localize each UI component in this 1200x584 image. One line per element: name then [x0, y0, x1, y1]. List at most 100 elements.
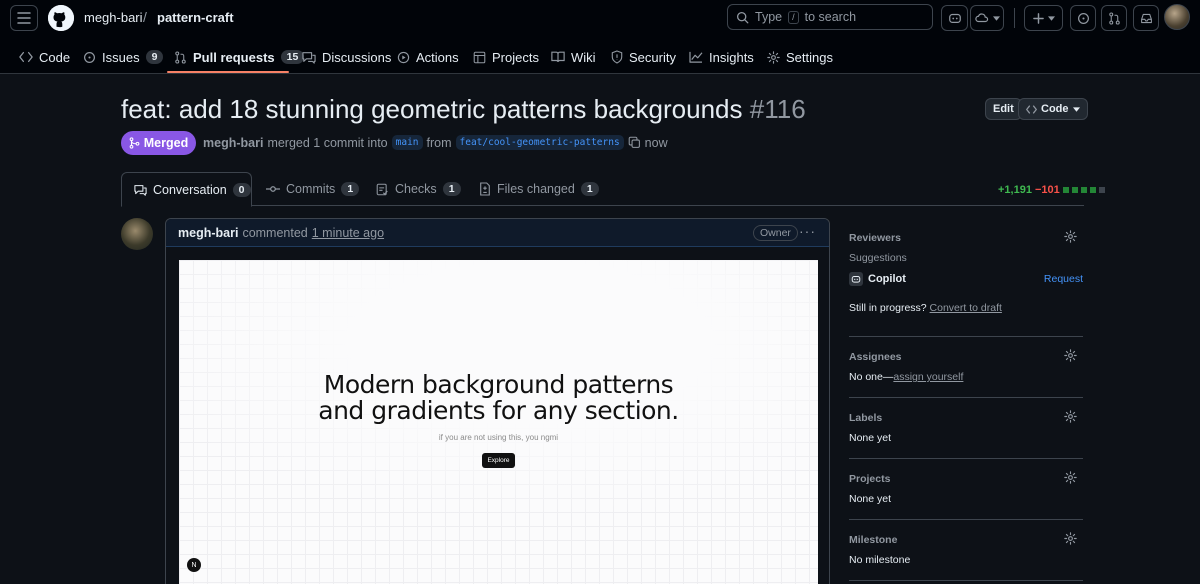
reviewers-section: Reviewers Suggestions Copilot Request St…: [849, 230, 1083, 314]
suggestions-label: Suggestions: [849, 252, 907, 264]
global-header: megh-bari / pattern-craft Type / to sear…: [0, 0, 1200, 74]
tab-conversation[interactable]: Conversation 0: [121, 172, 252, 207]
labels-value: None yet: [849, 432, 892, 444]
tab-code[interactable]: Code: [19, 40, 70, 74]
chevron-down-icon: [992, 15, 1000, 21]
tab-actions[interactable]: Actions: [397, 40, 459, 74]
pull-requests-button[interactable]: [1101, 5, 1127, 31]
pr-title-text: feat: add 18 stunning geometric patterns…: [121, 94, 743, 124]
discussion-icon: [302, 51, 316, 64]
gear-icon[interactable]: [1064, 471, 1077, 484]
chevron-down-icon: [1072, 106, 1080, 112]
convert-to-draft-link[interactable]: Convert to draft: [930, 302, 1002, 314]
tab-label: Security: [629, 49, 676, 65]
edit-button-label: Edit: [993, 103, 1014, 115]
pr-author-link[interactable]: megh-bari: [203, 136, 263, 150]
tab-security[interactable]: Security: [611, 40, 676, 74]
tab-settings[interactable]: Settings: [767, 40, 833, 74]
tab-label: Pull requests: [193, 49, 275, 65]
issues-button[interactable]: [1070, 5, 1096, 31]
milestone-section: Milestone No milestone: [849, 532, 1083, 566]
sidebar-divider: [849, 458, 1083, 459]
search-input[interactable]: Type / to search: [727, 4, 933, 30]
tab-discussions[interactable]: Discussions: [302, 40, 391, 74]
projects-value: None yet: [849, 493, 892, 505]
milestone-label[interactable]: Milestone: [849, 534, 1083, 546]
user-avatar[interactable]: [1164, 4, 1190, 30]
edit-button[interactable]: Edit: [985, 98, 1022, 120]
copilot-button[interactable]: [941, 5, 968, 31]
tab-label: Insights: [709, 49, 754, 65]
diff-square: [1080, 187, 1087, 193]
tab-pull-requests[interactable]: Pull requests 15: [174, 40, 305, 74]
merged-status-badge: Merged: [121, 131, 196, 155]
table-icon: [473, 51, 486, 63]
github-logo-icon[interactable]: [48, 5, 74, 31]
assign-yourself-link[interactable]: assign yourself: [893, 371, 963, 383]
copy-icon[interactable]: [628, 136, 641, 149]
checklist-icon: [376, 183, 388, 195]
tab-checks[interactable]: Checks 1: [376, 172, 461, 206]
assignees-label[interactable]: Assignees: [849, 351, 1083, 363]
additions-count: +1,191: [998, 184, 1032, 196]
tab-insights[interactable]: Insights: [689, 40, 754, 74]
diff-stat: +1,191 −101: [998, 184, 1105, 196]
comment-timestamp-link[interactable]: 1 minute ago: [312, 226, 384, 240]
gear-icon: [767, 50, 780, 64]
create-new-button[interactable]: [1024, 5, 1063, 31]
cloud-icon: [974, 13, 988, 23]
repo-name-link[interactable]: pattern-craft: [157, 10, 234, 25]
inbox-button[interactable]: [1133, 5, 1159, 31]
tab-wiki[interactable]: Wiki: [551, 40, 596, 74]
request-review-link[interactable]: Request: [1044, 273, 1083, 285]
tab-label: Checks: [395, 182, 437, 196]
preview-n-badge: N: [187, 558, 201, 572]
tab-issues[interactable]: Issues 9: [83, 40, 164, 74]
preview-heading-line2: and gradients for any section.: [318, 396, 679, 425]
gear-icon[interactable]: [1064, 349, 1077, 362]
menu-button[interactable]: [10, 5, 38, 31]
no-assignee-text: No one—: [849, 371, 894, 383]
pr-title: feat: add 18 stunning geometric patterns…: [121, 94, 806, 125]
comment-options-icon[interactable]: ···: [799, 223, 816, 239]
tab-label: Conversation: [153, 182, 227, 197]
comment-author-avatar[interactable]: [121, 218, 153, 250]
copilot-suggestion: Copilot Request: [849, 272, 1083, 286]
sidebar-divider: [849, 336, 1083, 337]
reviewers-label[interactable]: Reviewers: [849, 232, 1083, 244]
gear-icon[interactable]: [1064, 230, 1077, 243]
sidebar-divider: [849, 519, 1083, 520]
projects-label[interactable]: Projects: [849, 473, 1083, 485]
head-branch[interactable]: feat/cool-geometric-patterns: [455, 135, 624, 150]
tab-label: Actions: [416, 49, 459, 65]
copilot-menu-button[interactable]: [970, 5, 1004, 31]
tab-label: Issues: [102, 49, 140, 65]
git-merge-icon: [129, 137, 140, 149]
diff-square: [1071, 187, 1078, 193]
preview-explore-button: Explore: [482, 453, 515, 468]
merged-label: Merged: [143, 136, 189, 150]
tab-files-changed[interactable]: Files changed 1: [479, 172, 599, 206]
code-button[interactable]: Code: [1018, 98, 1088, 120]
search-placeholder-type: Type: [755, 10, 783, 24]
tab-label: Wiki: [571, 49, 596, 65]
shield-icon: [611, 50, 623, 64]
path-separator: /: [143, 9, 147, 25]
tab-projects[interactable]: Projects: [473, 40, 539, 74]
gear-icon[interactable]: [1064, 410, 1077, 423]
tab-commits[interactable]: Commits 1: [266, 172, 360, 206]
code-button-label: Code: [1041, 103, 1069, 115]
deletions-count: −101: [1034, 184, 1060, 196]
code-icon: [19, 51, 33, 63]
repo-owner-link[interactable]: megh-bari: [84, 10, 143, 25]
base-branch[interactable]: main: [391, 135, 423, 150]
labels-label[interactable]: Labels: [849, 412, 1083, 424]
gear-icon[interactable]: [1064, 532, 1077, 545]
comment-author-link[interactable]: megh-bari: [178, 226, 238, 240]
git-commit-icon: [266, 186, 280, 192]
commits-count: 1: [341, 182, 360, 196]
tab-label: Settings: [786, 49, 833, 65]
progress-text: Still in progress?: [849, 302, 927, 314]
git-pull-request-icon: [1108, 11, 1120, 25]
copilot-label: Copilot: [868, 273, 906, 285]
